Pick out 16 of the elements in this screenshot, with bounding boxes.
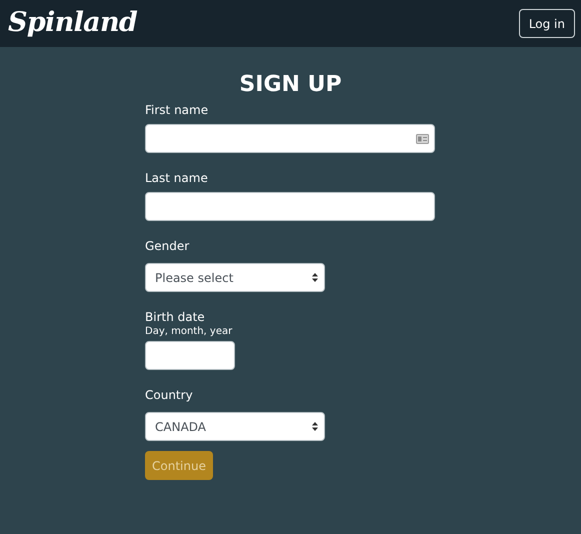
date-field[interactable] [145,341,235,370]
sort-caret-icon [312,273,318,282]
select-field[interactable]: CANADA [145,412,325,441]
text-field[interactable] [145,124,435,153]
text-field[interactable] [145,192,435,221]
field-hint: Day, month, year [145,326,232,338]
page-title: SIGN UP [238,71,343,99]
field-label: First name [145,103,208,117]
logo[interactable]: Spinland [8,3,138,44]
field-label: Country [145,388,193,402]
field-label: Last name [145,171,208,185]
select-field[interactable]: Please select [145,263,325,292]
field-label: Gender [145,239,190,253]
field-label: Birth date [145,310,205,324]
login-button[interactable]: Log in [518,9,575,38]
sort-caret-icon [312,422,318,431]
